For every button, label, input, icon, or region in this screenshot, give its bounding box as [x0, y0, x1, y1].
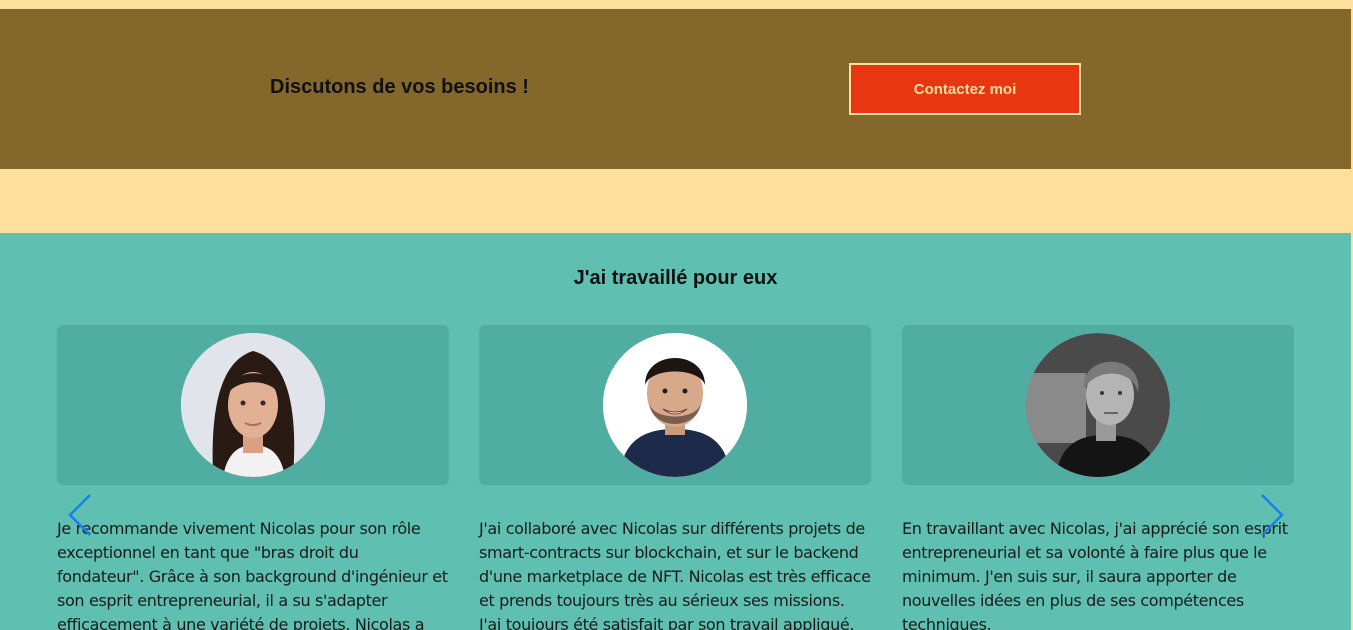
- testimonial-quote: J'ai collaboré avec Nicolas sur différen…: [479, 519, 871, 630]
- testimonial-card: Je recommande vivement Nicolas pour son …: [57, 325, 449, 630]
- testimonial-quote: En travaillant avec Nicolas, j'ai appréc…: [902, 519, 1288, 630]
- avatar-woman-portrait: [181, 333, 325, 477]
- testimonial-card: En travaillant avec Nicolas, j'ai appréc…: [902, 325, 1294, 630]
- card-header: [902, 325, 1294, 485]
- card-header: [479, 325, 871, 485]
- chevron-left-icon[interactable]: [66, 493, 94, 537]
- avatar-man-bw-portrait: [1026, 333, 1170, 477]
- contact-cta-band: Discutons de vos besoins ! Contactez moi: [0, 9, 1351, 169]
- testimonial-card: J'ai collaboré avec Nicolas sur différen…: [479, 325, 871, 630]
- testimonial-quote: Je recommande vivement Nicolas pour son …: [57, 519, 448, 630]
- cta-title: Discutons de vos besoins !: [270, 76, 529, 98]
- top-cream-strip: [0, 0, 1353, 9]
- section-spacer: [0, 169, 1353, 233]
- section-title: J'ai travaillé pour eux: [573, 267, 778, 289]
- chevron-right-icon[interactable]: [1258, 493, 1286, 537]
- avatar-man-smiling-portrait: [603, 333, 747, 477]
- contact-button[interactable]: Contactez moi: [849, 63, 1081, 115]
- card-header: [57, 325, 449, 485]
- testimonials-section: J'ai travaillé pour eux Je recommande vi…: [0, 233, 1351, 630]
